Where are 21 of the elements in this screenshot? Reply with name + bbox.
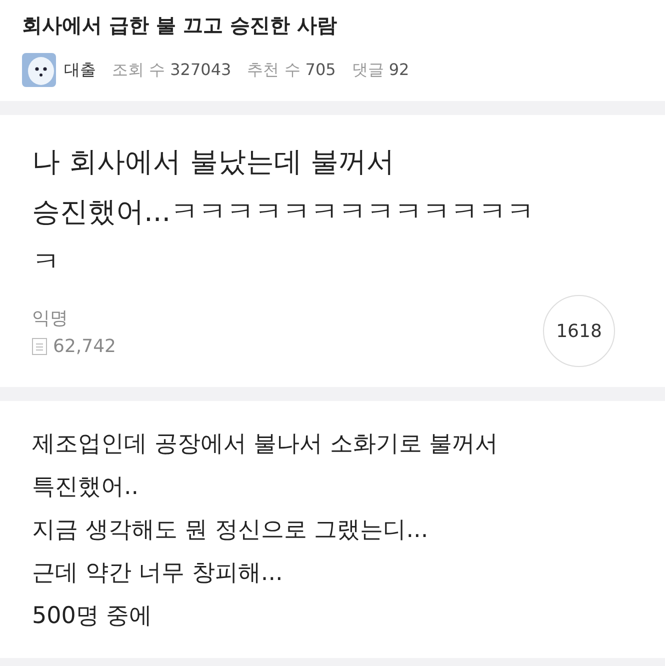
author-name: 익명 xyxy=(32,306,69,330)
post-text-line: 지금 생각해도 뭔 정신으로 그랬는디... xyxy=(32,516,430,545)
author-name: 대출 xyxy=(64,60,96,80)
post-text-line: 특진했어.. xyxy=(32,473,140,502)
views-count: 62,742 xyxy=(53,336,116,356)
post-text-line: ㅋ xyxy=(32,244,61,280)
document-icon xyxy=(32,338,47,354)
views-label: 조회 수 xyxy=(112,60,166,80)
post-text-line: 근데 약간 너무 창피해... xyxy=(32,559,284,588)
likes-count: 705 xyxy=(305,60,336,80)
post-title: 회사에서 급한 불 끄고 승진한 사람 xyxy=(22,12,338,39)
post-text-line: 나 회사에서 불났는데 불꺼서 xyxy=(32,144,396,180)
comments-label: 댓글 xyxy=(352,60,384,80)
post-text-line: 승진했어...ㅋㅋㅋㅋㅋㅋㅋㅋㅋㅋㅋㅋㅋ xyxy=(32,194,536,230)
comments-count: 92 xyxy=(388,60,410,80)
likes-label: 추천 수 xyxy=(247,60,300,80)
post-text-line: 500명 중에 xyxy=(32,602,154,631)
views-count: 327043 xyxy=(170,60,232,80)
avatar-icon xyxy=(22,53,56,87)
post-text-line: 제조업인데 공장에서 불나서 소화기로 불꺼서 xyxy=(32,430,500,459)
like-count-button[interactable]: 1618 xyxy=(543,295,615,367)
